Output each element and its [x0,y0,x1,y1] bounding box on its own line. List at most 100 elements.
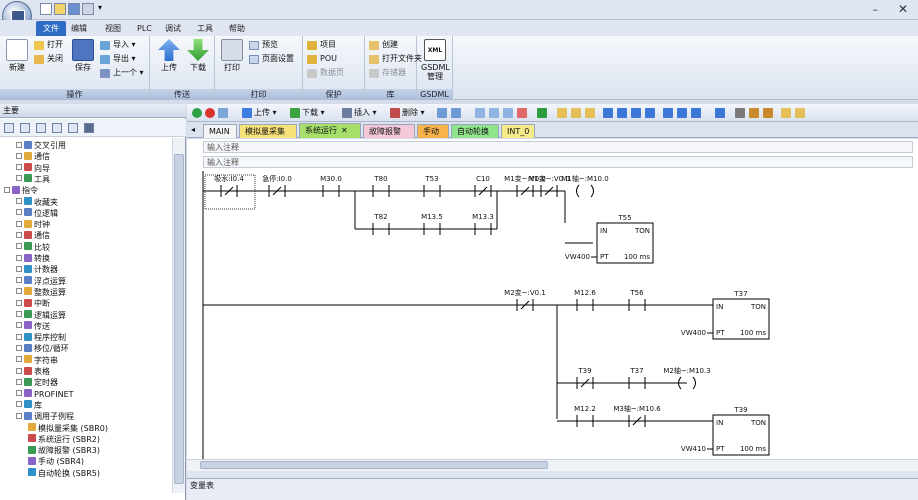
pou-tab[interactable]: 故障报警 [363,124,415,138]
tree-item[interactable]: 通信 [16,151,50,162]
print-icon[interactable] [82,3,94,15]
insert-button[interactable]: 插入 ▾ [354,107,377,119]
expand-icon[interactable] [16,209,22,216]
tab-debug[interactable]: 调试 [158,21,188,36]
ladder-contact[interactable] [371,183,391,199]
expand-icon[interactable] [16,265,22,272]
tab-plc[interactable]: PLC [130,21,159,36]
expand-icon[interactable] [16,333,22,340]
expand-icon[interactable] [16,277,22,284]
tree-scroll-thumb[interactable] [174,154,184,484]
expand-icon[interactable] [16,220,22,227]
ladder-contact[interactable] [371,221,391,237]
page-setup-button[interactable]: 页面设置 [249,53,294,65]
export-button[interactable]: 导出 ▾ [100,53,136,65]
save-button[interactable]: 保存 [70,39,96,72]
pou-tab[interactable]: INT_0 [501,124,535,138]
ladder-contact[interactable] [627,375,647,391]
expand-icon[interactable] [4,186,10,193]
ladder-contact[interactable] [515,297,535,313]
upload-toolbar-button[interactable]: 上传 ▾ [254,107,277,119]
new-button[interactable]: 新建 [4,39,30,72]
tree-item[interactable]: 位逻辑 [16,208,58,219]
tree-item[interactable]: 定时器 [16,377,58,388]
tab-tools[interactable]: 工具 [190,21,220,36]
toolbar-icon-5[interactable] [537,108,547,118]
close-icon[interactable]: ✕ [898,2,908,16]
tree-item[interactable]: 时钟 [16,219,50,230]
tree-item[interactable]: 向导 [16,163,50,174]
ladder-contact[interactable] [321,183,341,199]
expand-icon[interactable] [16,311,22,317]
box-insert-icon[interactable] [691,108,701,118]
download-button[interactable]: 下载 [185,39,211,72]
pou-tab[interactable]: 自动轮换 [451,124,499,138]
compile-icon[interactable] [218,108,228,118]
tree-item[interactable]: PROFINET [16,389,74,400]
line-icon[interactable] [645,108,655,118]
minimize-icon[interactable]: – [873,3,879,16]
tab-view[interactable]: 视图 [98,21,128,36]
ladder-contact[interactable] [473,221,493,237]
tree-item[interactable]: 比较 [16,242,50,253]
expand-icon[interactable] [16,299,22,306]
tree-item[interactable]: 模拟量采集 (SBR0) [28,423,108,434]
download-toolbar-button[interactable]: 下载 ▾ [302,107,325,119]
tree-item[interactable]: 通信 [16,230,50,241]
dropdown-icon[interactable]: ▾ [98,3,102,12]
ladder-contact[interactable] [575,413,595,429]
ladder-contact[interactable] [422,183,442,199]
close-button[interactable]: 关闭 [34,53,63,65]
close-tab-icon[interactable]: ✕ [341,126,348,135]
ladder-contact[interactable] [515,183,535,199]
bookmark-icon[interactable] [781,108,791,118]
editor-scroll-thumb[interactable] [200,461,548,469]
print-button[interactable]: 打印 [219,39,245,72]
tree-item[interactable]: 故障报警 (SBR3) [28,445,100,456]
lock-icon-3[interactable] [585,108,595,118]
save-icon[interactable] [68,3,80,15]
pou-protect-button[interactable]: POU [307,53,337,65]
tree-item[interactable]: 传送 [16,321,50,332]
project-protect-button[interactable]: 项目 [307,39,336,51]
expand-icon[interactable] [16,288,22,295]
ladder-contact[interactable] [422,221,442,237]
ladder-contact[interactable] [267,183,287,199]
tree-item[interactable]: 整数运算 [16,287,66,298]
pou-tab[interactable]: 手动 [417,124,449,138]
coil-insert-icon[interactable] [677,108,687,118]
expand-icon[interactable] [16,367,22,374]
block-view-icon[interactable] [20,123,30,133]
pou-tab[interactable]: 模拟量采集 [239,124,297,138]
ladder-contact[interactable] [627,297,647,313]
ladder-contact[interactable] [627,413,647,429]
tree-item[interactable]: 计数器 [16,264,58,275]
network-icon[interactable] [437,108,447,118]
expand-icon[interactable] [16,390,22,397]
toolbar-icon-2[interactable] [489,108,499,118]
comment-icon[interactable] [715,108,725,118]
expand-icon[interactable] [16,243,22,250]
edit-icon[interactable] [749,108,759,118]
open-library-folder-button[interactable]: 打开文件夹 [369,53,422,65]
tree-item[interactable]: 程序控制 [16,332,66,343]
gsdml-manage-button[interactable]: XML GSDML 管理 [421,39,450,81]
expand-icon[interactable] [16,356,22,363]
tree-item[interactable]: 指令 [4,185,38,196]
pou-tab[interactable]: MAIN [203,124,237,138]
toolbar-icon-1[interactable] [475,108,485,118]
ladder-contact[interactable] [539,183,559,199]
symbol-view-icon[interactable] [36,123,46,133]
expand-icon[interactable] [16,401,22,408]
tree-item[interactable]: 表格 [16,366,50,377]
tree-item[interactable]: 交叉引用 [16,140,66,151]
stop-icon[interactable] [205,108,215,118]
pou-tab[interactable]: 系统运行 ✕ [299,123,361,138]
import-button[interactable]: 导入 ▾ [100,39,136,51]
data-view-icon[interactable] [52,123,62,133]
contact-icon[interactable] [603,108,613,118]
tree-item[interactable]: 库 [16,400,42,411]
expand-icon[interactable] [16,322,22,329]
upload-button[interactable]: 上传 [156,39,182,72]
expand-icon[interactable] [16,412,22,419]
